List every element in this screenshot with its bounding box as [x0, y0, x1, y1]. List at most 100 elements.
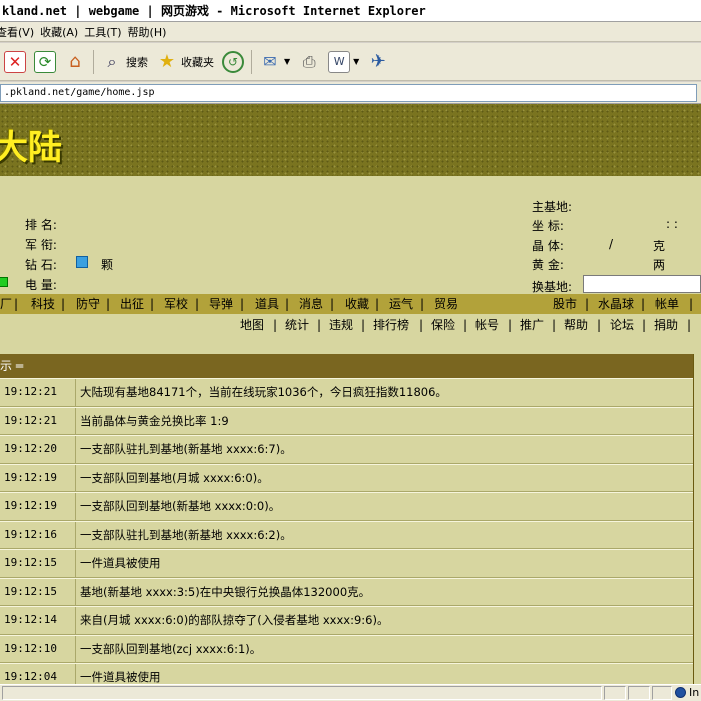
toolbar-separator: [251, 49, 252, 74]
nav-luck[interactable]: 运气: [389, 294, 413, 314]
nav-defense[interactable]: 防守: [76, 294, 100, 314]
nav-bills[interactable]: 帐单: [655, 294, 679, 314]
nav-expedition[interactable]: 出征: [120, 294, 144, 314]
gold-label: 黄 金:: [532, 258, 564, 272]
chevron-down-icon: ▼: [353, 57, 360, 66]
nav-map[interactable]: 地图: [240, 315, 264, 335]
status-cell: [604, 686, 626, 700]
home-icon: ⌂: [69, 51, 81, 72]
message-time: 19:12:14: [0, 607, 76, 634]
nav-items[interactable]: 道具: [255, 294, 279, 314]
message-time: 19:12:15: [0, 578, 76, 605]
refresh-button[interactable]: ⟳: [30, 47, 60, 77]
table-row: 19:12:14 来自(月城 xxxx:6:0)的部队掠夺了(入侵者基地 xxxx…: [0, 606, 693, 635]
game-logo: 大陆: [0, 128, 62, 168]
nav-violations[interactable]: 违规: [329, 315, 353, 335]
search-label: 搜索: [126, 55, 148, 69]
nav-account[interactable]: 帐号: [475, 315, 499, 335]
nav-stats[interactable]: 统计: [285, 315, 309, 335]
menu-favorites[interactable]: 收藏(A): [40, 24, 86, 40]
mail-icon: ✉: [263, 52, 277, 71]
history-icon: ↺: [222, 50, 244, 73]
military-rank-label: 军 衔:: [25, 238, 57, 252]
status-zone: In: [675, 685, 699, 700]
message-time: 19:12:15: [0, 550, 76, 577]
chevron-down-icon: ▼: [284, 57, 291, 66]
table-row: 19:12:21 当前晶体与黄金兑换比率 1:9: [0, 406, 693, 435]
edit-button[interactable]: W ▼: [324, 47, 363, 77]
message-text: 当前晶体与黄金兑换比率 1:9: [80, 413, 229, 428]
messenger-button[interactable]: ✈: [363, 47, 393, 77]
table-row: 19:12:19 一支部队回到基地(月城 xxxx:6:0)。: [0, 463, 693, 492]
window-title: kland.net | webgame | 网页游戏 - Microsoft I…: [0, 0, 701, 22]
address-input[interactable]: .pkland.net/game/home.jsp: [0, 84, 697, 102]
status-zone-label: In: [689, 686, 700, 699]
menu-help[interactable]: 帮助(H): [128, 24, 175, 40]
nav-forum[interactable]: 论坛: [610, 315, 634, 335]
menu-view[interactable]: 查看(V): [0, 24, 42, 40]
address-bar: .pkland.net/game/home.jsp: [0, 82, 701, 104]
power-indicator-icon: [0, 277, 8, 287]
nav-messages[interactable]: 消息: [299, 294, 323, 314]
menu-tools[interactable]: 工具(T): [84, 24, 129, 40]
table-row: 19:12:10 一支部队回到基地(zcj xxxx:6:1)。: [0, 634, 693, 663]
message-time: 19:12:04: [0, 664, 76, 684]
message-time: 19:12:19: [0, 493, 76, 520]
message-time: 19:12:16: [0, 521, 76, 548]
nav-promote[interactable]: 推广: [520, 315, 544, 335]
message-time: 19:12:19: [0, 464, 76, 491]
favorites-label: 收藏夹: [181, 55, 214, 69]
message-text: 一支部队回到基地(zcj xxxx:6:1)。: [80, 641, 262, 656]
main-base-label: 主基地:: [532, 200, 573, 214]
message-time: 19:12:10: [0, 635, 76, 662]
crystal-label: 晶 体:: [532, 239, 564, 253]
page-content: 大陆 排 名: 军 衔: 钻 石: 颗 电 量: 主基地: 坐 标: : : 晶…: [0, 104, 701, 684]
home-button[interactable]: ⌂: [60, 47, 90, 77]
power-label: 电 量:: [25, 278, 57, 292]
message-text: 一支部队回到基地(新基地 xxxx:0:0)。: [80, 499, 281, 513]
switch-base-select[interactable]: [583, 275, 701, 293]
nav-tech[interactable]: 科技: [31, 294, 55, 314]
nav-academy[interactable]: 军校: [164, 294, 188, 314]
favorites-button[interactable]: ★ 收藏夹: [152, 47, 218, 77]
status-bar: In: [0, 684, 701, 701]
nav-missile[interactable]: 导弹: [209, 294, 233, 314]
message-time: 19:12:21: [0, 407, 76, 434]
nav-insurance[interactable]: 保险: [431, 315, 455, 335]
search-icon: ⌕: [107, 51, 117, 71]
secondary-nav: 地图 | 统计 | 违规 | 排行榜 | 保险 | 帐号 | 推广 | 帮助 |…: [0, 315, 701, 335]
primary-nav: 厂 | 科技 | 防守 | 出征 | 军校 | 导弹 | 道具 | 消息 | 收…: [0, 294, 701, 314]
toolbar-separator: [93, 49, 94, 74]
game-banner: 大陆: [0, 104, 701, 176]
print-button[interactable]: ⎙: [294, 47, 324, 77]
nav-donate[interactable]: 捐助: [654, 315, 678, 335]
menu-bar: 查看(V) 收藏(A) 工具(T) 帮助(H): [0, 22, 701, 42]
switch-base-label: 换基地:: [532, 280, 573, 294]
table-row: 19:12:19 一支部队回到基地(新基地 xxxx:0:0)。: [0, 492, 693, 521]
refresh-icon: ⟳: [34, 50, 56, 73]
nav-crystal-ball[interactable]: 水晶球: [598, 294, 634, 314]
nav-help[interactable]: 帮助: [564, 315, 588, 335]
nav-stocks[interactable]: 股市: [553, 294, 577, 314]
message-text: 一支部队驻扎到基地(新基地 xxxx:6:2)。: [80, 527, 292, 542]
message-list: 19:12:21 大陆现有基地84171个，当前在线玩家1036个，今日疯狂指数1…: [0, 378, 693, 684]
gold-unit: 两: [653, 258, 666, 272]
status-main: [2, 686, 602, 700]
nav-factory[interactable]: 厂: [0, 294, 12, 314]
stop-button[interactable]: ✕: [0, 47, 30, 77]
message-text: 一件道具被使用: [80, 670, 161, 684]
search-button[interactable]: ⌕ 搜索: [97, 47, 152, 77]
nav-collection[interactable]: 收藏: [345, 294, 369, 314]
crystal-separator: /: [609, 237, 614, 251]
message-time: 19:12:20: [0, 436, 76, 463]
favorites-icon: ★: [158, 51, 176, 72]
toolbar: ✕ ⟳ ⌂ ⌕ 搜索 ★ 收藏夹 ↺ ✉ ▼ ⎙ W ▼ ✈: [0, 43, 701, 81]
message-text: 一支部队驻扎到基地(新基地 xxxx:6:7)。: [80, 442, 292, 456]
mail-button[interactable]: ✉ ▼: [255, 47, 294, 77]
nav-rankings[interactable]: 排行榜: [373, 315, 409, 335]
status-cell: [628, 686, 650, 700]
table-row: 19:12:04 一件道具被使用: [0, 663, 693, 684]
nav-trade[interactable]: 贸易: [434, 294, 458, 314]
edit-icon: W: [328, 50, 351, 73]
history-button[interactable]: ↺: [218, 47, 248, 77]
